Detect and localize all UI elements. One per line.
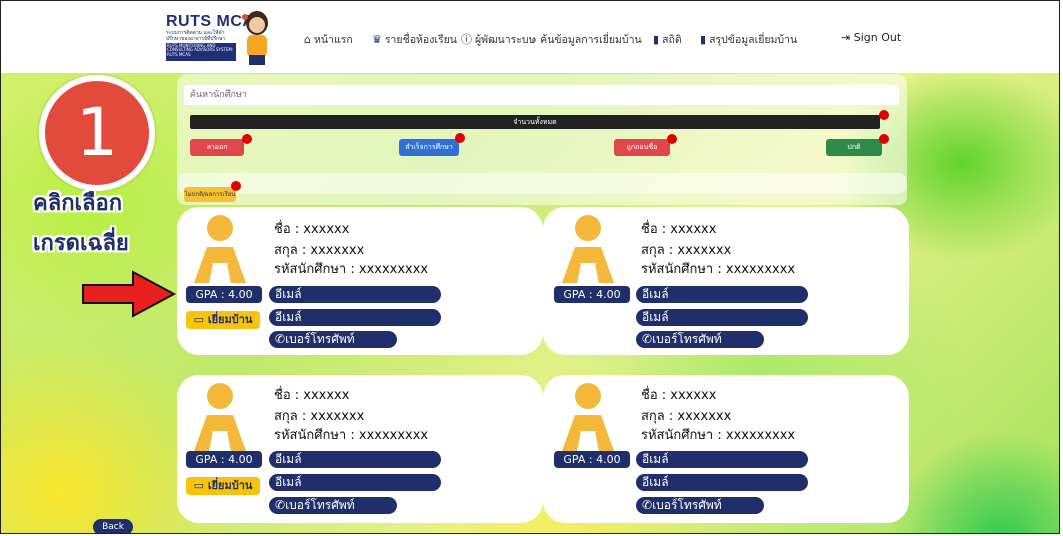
student-name: ชื่อ : xxxxxx <box>274 388 350 403</box>
student-id: รหัสนักศึกษา : xxxxxxxxx <box>641 262 796 277</box>
highlight-dot <box>231 181 241 191</box>
nav-home[interactable]: ⌂ หน้าแรก <box>304 31 353 48</box>
annotation-text-line2: เกรดเฉลี่ย <box>33 231 129 256</box>
email-button[interactable]: อีเมล์ <box>269 286 441 303</box>
pointer-arrow-icon <box>82 270 177 318</box>
highlight-dot <box>879 110 889 120</box>
nav-statistics[interactable]: ▮ สถิติ <box>653 31 682 48</box>
total-count-button[interactable]: จำนวนทั้งหมด <box>190 115 880 129</box>
home-visit-button[interactable]: ▭ เยี่ยมบ้าน <box>186 477 260 495</box>
phone-icon: ✆ <box>275 332 286 346</box>
person-icon <box>562 383 614 451</box>
bar-chart-icon: ▮ <box>653 33 660 46</box>
highlight-dot <box>242 134 252 144</box>
nav-search-visits[interactable]: ⌕ ค้นข้อมูลการเยี่ยมบ้าน <box>531 31 642 48</box>
email-button[interactable]: อีเมล์ <box>636 451 808 468</box>
grade-filter-button[interactable]: ไม่ปกติ/ผลการเรียน <box>184 187 236 202</box>
person-icon <box>194 383 246 451</box>
email-button[interactable]: อีเมล์ <box>269 451 441 468</box>
student-name: ชื่อ : xxxxxx <box>274 222 350 237</box>
student-surname: สกุล : xxxxxxx <box>274 243 365 258</box>
gpa-button[interactable]: GPA : 4.00 <box>554 451 630 468</box>
logo-subtitle: ระบบการติดตาม และให้คำปรึกษาของอาจารย์ที… <box>166 30 226 42</box>
phone-button[interactable]: ✆เบอร์โทรศัพท์ <box>269 331 397 348</box>
info-icon: ⓘ <box>461 33 472 46</box>
search-input[interactable]: ค้นหานักศึกษา <box>184 85 899 105</box>
gpa-button[interactable]: GPA : 4.00 <box>186 286 262 303</box>
phone-icon: ✆ <box>642 498 653 512</box>
gpa-button[interactable]: GPA : 4.00 <box>554 286 630 303</box>
email-button[interactable]: อีเมล์ <box>269 309 441 326</box>
gpa-button[interactable]: GPA : 4.00 <box>186 451 262 468</box>
email-button[interactable]: อีเมล์ <box>636 309 808 326</box>
bar-chart-icon: ▮ <box>700 33 707 46</box>
highlight-dot <box>455 133 465 143</box>
highlight-dot <box>667 134 677 144</box>
screenshot-frame: RUTS MCAS ระบบการติดตาม และให้คำปรึกษาขอ… <box>0 0 1060 534</box>
student-name: ชื่อ : xxxxxx <box>641 222 717 237</box>
phone-button[interactable]: ✆เบอร์โทรศัพท์ <box>636 497 764 514</box>
mascot-image <box>242 11 268 65</box>
phone-button[interactable]: ✆เบอร์โทรศัพท์ <box>636 331 764 348</box>
student-surname: สกุล : xxxxxxx <box>641 409 732 424</box>
graduation-cap-icon: ♛ <box>372 33 382 46</box>
filter-resigned-button[interactable]: ลาออก <box>190 139 244 156</box>
highlight-dot <box>879 134 889 144</box>
back-button[interactable]: Back <box>93 519 133 533</box>
student-name: ชื่อ : xxxxxx <box>641 388 717 403</box>
student-surname: สกุล : xxxxxxx <box>274 409 365 424</box>
sign-out-icon: ⇥ <box>841 31 851 44</box>
nav-developers[interactable]: ⓘ ผู้พัฒนาระบบ <box>461 31 535 48</box>
search-icon: ⌕ <box>531 33 538 46</box>
person-icon <box>562 215 614 283</box>
filter-normal-button[interactable]: ปกติ <box>826 139 882 156</box>
phone-icon: ✆ <box>642 332 653 346</box>
person-icon <box>194 215 246 283</box>
visit-icon: ▭ <box>193 479 204 492</box>
step-number-badge: 1 <box>39 75 155 191</box>
filter-withdrawn-button[interactable]: ถูกถอนชื่อ <box>614 139 670 156</box>
sign-out-link[interactable]: ⇥ Sign Out <box>841 31 901 44</box>
nav-class-list[interactable]: ♛ รายชื่อห้องเรียน <box>372 31 457 48</box>
student-id: รหัสนักศึกษา : xxxxxxxxx <box>641 428 796 443</box>
nav-visit-summary[interactable]: ▮ สรุปข้อมูลเยี่ยมบ้าน <box>700 31 797 48</box>
home-icon: ⌂ <box>304 33 311 46</box>
visit-icon: ▭ <box>193 313 204 326</box>
home-visit-button[interactable]: ▭ เยี่ยมบ้าน <box>186 311 260 329</box>
logo-band: RUTS MONITORING AND CONSULTING ADVISORS … <box>166 43 236 61</box>
email-button[interactable]: อีเมล์ <box>636 474 808 491</box>
filter-graduated-button[interactable]: สำเร็จการศึกษา <box>399 139 459 156</box>
student-surname: สกุล : xxxxxxx <box>641 243 732 258</box>
email-button[interactable]: อีเมล์ <box>636 286 808 303</box>
grade-filter-row <box>177 173 907 205</box>
email-button[interactable]: อีเมล์ <box>269 474 441 491</box>
logo[interactable]: RUTS MCAS ระบบการติดตาม และให้คำปรึกษาขอ… <box>166 13 265 69</box>
top-navbar: RUTS MCAS ระบบการติดตาม และให้คำปรึกษาขอ… <box>1 1 1059 73</box>
student-id: รหัสนักศึกษา : xxxxxxxxx <box>274 262 429 277</box>
student-id: รหัสนักศึกษา : xxxxxxxxx <box>274 428 429 443</box>
annotation-text-line1: คลิกเลือก <box>33 191 123 216</box>
phone-button[interactable]: ✆เบอร์โทรศัพท์ <box>269 497 397 514</box>
phone-icon: ✆ <box>275 498 286 512</box>
